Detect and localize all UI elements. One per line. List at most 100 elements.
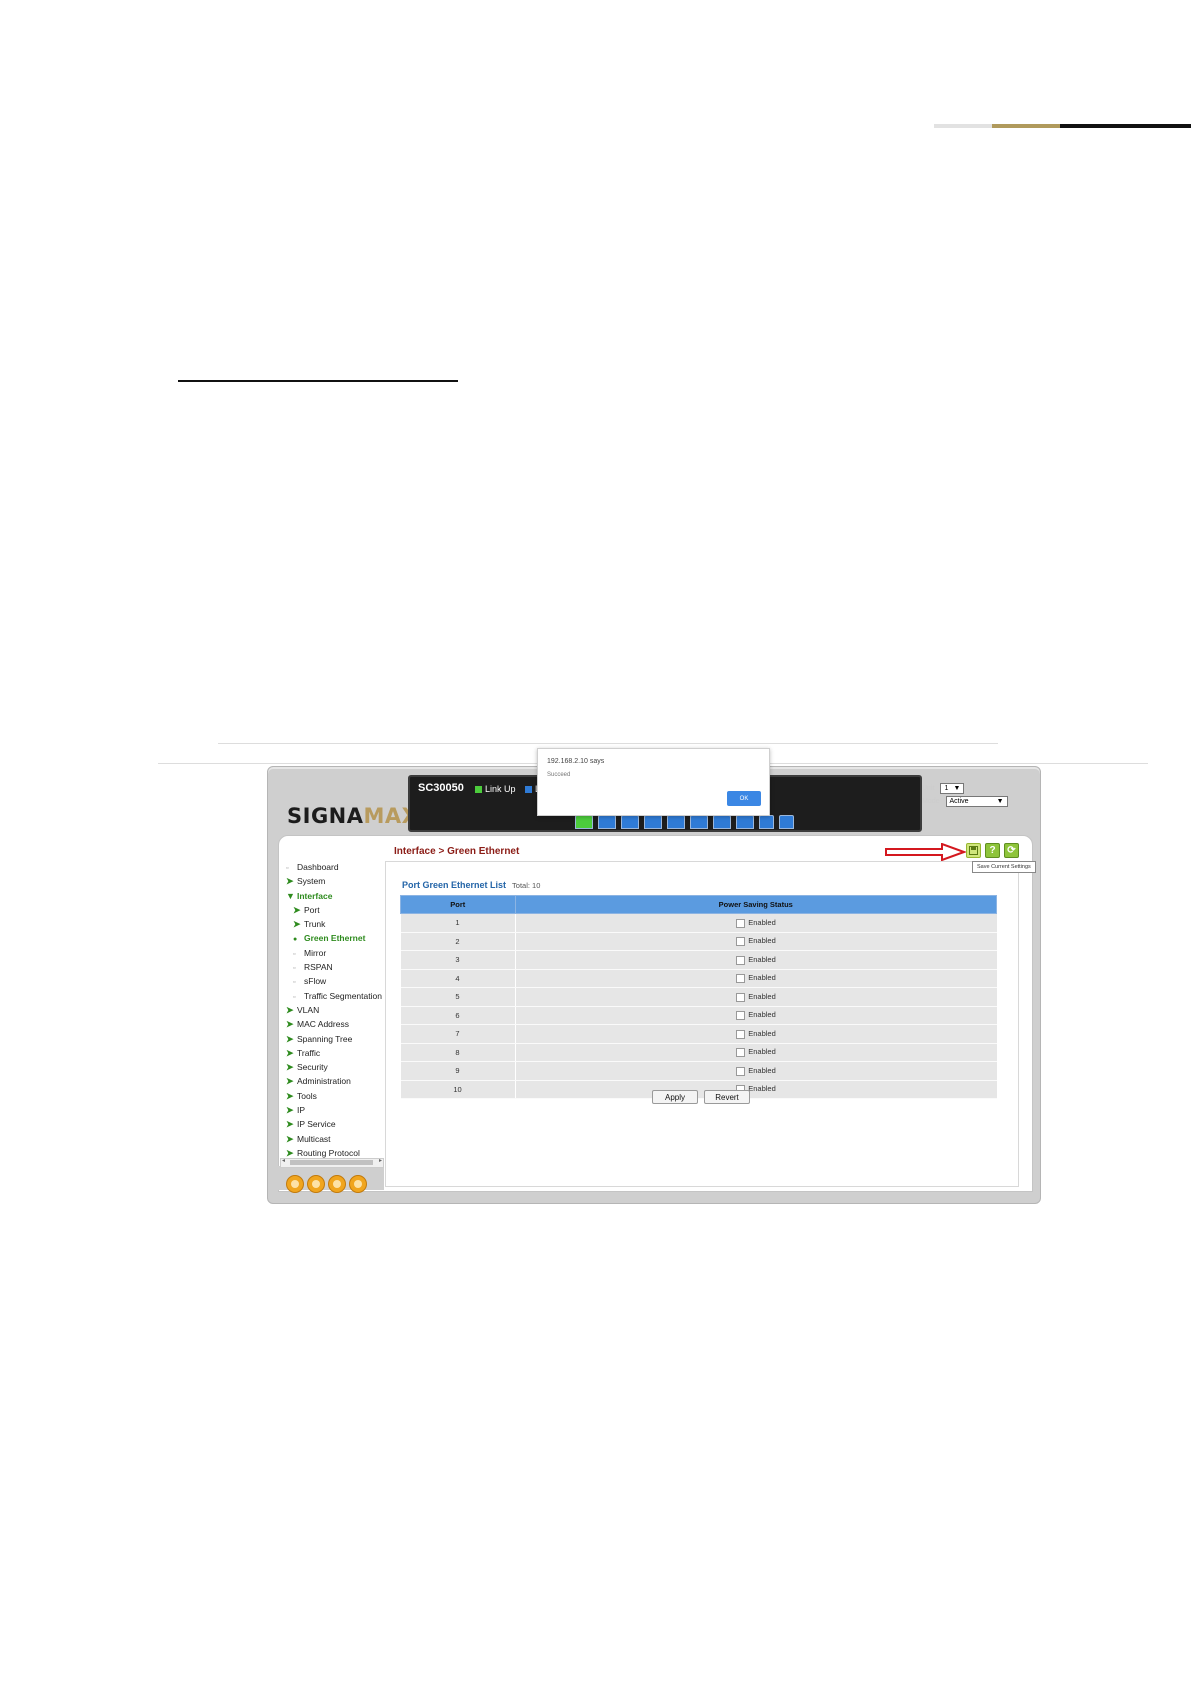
enabled-label: Enabled	[748, 991, 776, 1001]
unit-select[interactable]: 1 ▼	[940, 782, 965, 794]
sidebar-item-green-ethernet[interactable]: ● Green Ethernet	[286, 931, 386, 945]
enabled-label: Enabled	[748, 917, 776, 927]
port-cell: 2	[400, 932, 516, 951]
sidebar-item-sflow[interactable]: ▫ sFlow	[286, 974, 386, 988]
sidebar-item-label: IP Service	[297, 1119, 336, 1130]
sidebar-item-port[interactable]: ➤ Port	[286, 903, 386, 917]
chevron-right-icon: ➤	[286, 1133, 294, 1144]
revert-button[interactable]: Revert	[704, 1090, 750, 1104]
logout-icon[interactable]	[307, 1175, 325, 1193]
bullet-icon: ●	[293, 936, 298, 944]
sidebar-item-dashboard[interactable]: ▫ Dashboard	[286, 860, 386, 874]
link-up-swatch	[475, 786, 482, 794]
port-2[interactable]	[598, 815, 616, 829]
table-row: 5 Enabled	[400, 987, 997, 1007]
sidebar-item-rspan[interactable]: ▫ RSPAN	[286, 960, 386, 974]
sidebar-item-interface[interactable]: ▼ Interface	[286, 889, 386, 903]
table-row: 4 Enabled	[400, 969, 997, 988]
sidebar-item-spanning-tree[interactable]: ➤ Spanning Tree	[286, 1032, 386, 1046]
port-6[interactable]	[690, 815, 708, 829]
power-saving-cell: Enabled	[515, 987, 997, 1007]
port-cell: 5	[400, 987, 516, 1007]
table-row: 3 Enabled	[400, 950, 997, 970]
legend-link-up: Link Up	[475, 784, 516, 794]
port-3[interactable]	[621, 815, 639, 829]
mode-select[interactable]: Active ▼	[945, 795, 1008, 807]
sidebar-item-ip[interactable]: ➤ IP	[286, 1103, 386, 1117]
floppy-disk-icon	[969, 846, 978, 855]
scroll-right-icon[interactable]: ▸	[379, 1157, 382, 1164]
sidebar-item-label: Tools	[297, 1090, 317, 1101]
list-total: Total: 10	[512, 881, 541, 890]
help-icon[interactable]: ?	[985, 843, 1000, 858]
enabled-checkbox[interactable]	[736, 1048, 746, 1057]
sidebar-item-vlan[interactable]: ➤ VLAN	[286, 1003, 386, 1017]
enabled-checkbox[interactable]	[736, 1066, 746, 1076]
enabled-checkbox[interactable]	[736, 992, 746, 1002]
header-accent-gold	[992, 124, 1060, 128]
power-saving-cell: Enabled	[515, 1043, 997, 1062]
power-saving-cell: Enabled	[515, 969, 997, 988]
chevron-right-icon: ➤	[286, 1062, 294, 1073]
enabled-checkbox[interactable]	[736, 937, 746, 946]
column-power-saving-status[interactable]: Power Saving Status	[514, 895, 997, 914]
enabled-checkbox[interactable]	[736, 1011, 746, 1020]
chevron-right-icon: ➤	[286, 1105, 294, 1116]
home-icon[interactable]	[286, 1175, 304, 1193]
sidebar-item-multicast[interactable]: ➤ Multicast	[286, 1132, 386, 1146]
chevron-right-icon: ➤	[286, 1119, 294, 1130]
sidebar-item-label: Administration	[297, 1076, 351, 1087]
column-port[interactable]: Port	[400, 895, 516, 914]
enabled-checkbox[interactable]	[736, 955, 746, 965]
sidebar-item-label: sFlow	[304, 976, 327, 987]
chevron-down-icon: ▼	[953, 784, 961, 792]
reboot-icon[interactable]	[349, 1175, 367, 1193]
sidebar-item-mirror[interactable]: ▫ Mirror	[286, 946, 386, 960]
sidebar-item-traffic-segmentation[interactable]: ▫ Traffic Segmentation	[286, 989, 386, 1003]
red-arrow-annotation	[885, 843, 966, 861]
port-10[interactable]	[779, 815, 794, 829]
sidebar-item-ip-service[interactable]: ➤ IP Service	[286, 1117, 386, 1131]
port-cell: 7	[400, 1024, 516, 1044]
sidebar-item-label: MAC Address	[297, 1019, 349, 1030]
header-accent-black	[1060, 124, 1191, 128]
chevron-down-icon: ▼	[996, 797, 1004, 805]
sidebar-item-label: System	[297, 876, 326, 887]
port-9[interactable]	[759, 815, 774, 829]
dialog-ok-button[interactable]: OK	[727, 791, 761, 806]
power-saving-cell: Enabled	[515, 1024, 997, 1044]
sidebar-item-system[interactable]: ➤ System	[286, 874, 386, 888]
save-config-icon[interactable]	[328, 1175, 346, 1193]
dialog-message: Succeed	[547, 772, 571, 778]
scrollbar-thumb[interactable]	[290, 1160, 373, 1165]
chevron-right-icon: ➤	[286, 1047, 294, 1058]
sidebar-item-trunk[interactable]: ➤ Trunk	[286, 917, 386, 931]
enabled-label: Enabled	[748, 936, 776, 946]
port-8[interactable]	[736, 815, 754, 829]
port-cell: 3	[400, 950, 516, 970]
sidebar-item-label: RSPAN	[304, 962, 333, 973]
sidebar-item-tools[interactable]: ➤ Tools	[286, 1089, 386, 1103]
sidebar-scrollbar[interactable]: ◂ ▸	[280, 1158, 384, 1168]
apply-button[interactable]: Apply	[652, 1090, 698, 1104]
unit-label: Unit	[922, 784, 935, 792]
sidebar-item-administration[interactable]: ➤ Administration	[286, 1074, 386, 1088]
scroll-left-icon[interactable]: ◂	[282, 1157, 285, 1164]
port-7[interactable]	[713, 815, 731, 829]
port-1[interactable]	[575, 815, 593, 829]
port-cell: 1	[400, 913, 516, 933]
sidebar-item-traffic[interactable]: ➤ Traffic	[286, 1046, 386, 1060]
enabled-checkbox[interactable]	[736, 918, 746, 928]
dialog-title: 192.168.2.10 says	[547, 758, 605, 765]
save-icon[interactable]	[966, 843, 981, 858]
sidebar-item-mac-address[interactable]: ➤ MAC Address	[286, 1017, 386, 1031]
enabled-checkbox[interactable]	[736, 1029, 746, 1039]
refresh-icon[interactable]: ⟳	[1004, 843, 1019, 858]
sidebar-item-security[interactable]: ➤ Security	[286, 1060, 386, 1074]
port-5[interactable]	[667, 815, 685, 829]
port-4[interactable]	[644, 815, 662, 829]
alert-dialog: 192.168.2.10 says Succeed OK	[537, 748, 770, 816]
enabled-checkbox[interactable]	[736, 974, 746, 983]
header-accent-grey	[934, 124, 992, 128]
action-buttons: Apply Revert	[652, 1090, 750, 1104]
